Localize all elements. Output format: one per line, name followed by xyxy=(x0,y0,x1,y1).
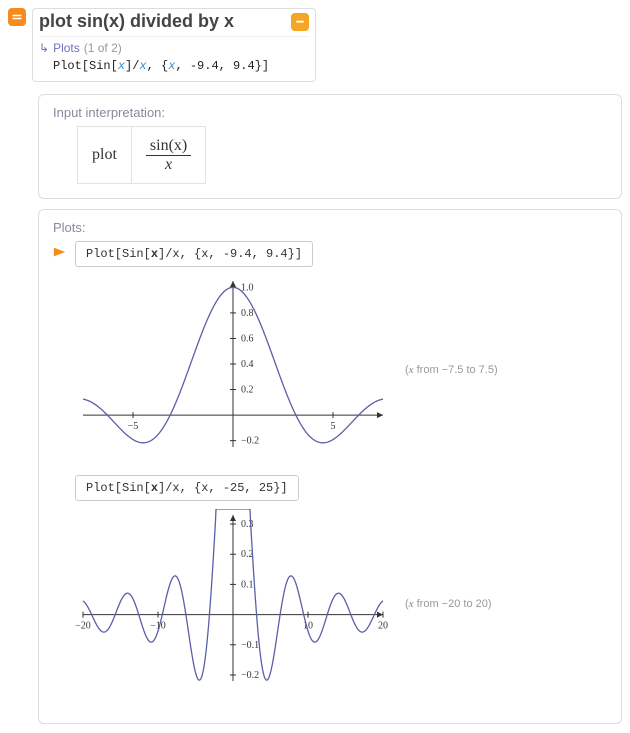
collapse-icon[interactable] xyxy=(291,13,309,31)
svg-text:0.8: 0.8 xyxy=(241,308,254,319)
interp-cell-plot: plot xyxy=(78,127,131,183)
plot-code-box[interactable]: Plot[Sin[x]/x, {x, -9.4, 9.4}] xyxy=(75,241,313,267)
svg-text:0.2: 0.2 xyxy=(241,385,254,396)
svg-text:−0.1: −0.1 xyxy=(241,640,259,651)
plots-subpod: Plot[Sin[x]/x, {x, -25, 25}] xyxy=(53,475,607,501)
svg-text:−0.2: −0.2 xyxy=(241,670,259,681)
plot-caption: (x from −7.5 to 7.5) xyxy=(405,364,498,376)
plot-code-box[interactable]: Plot[Sin[x]/x, {x, -25, 25}] xyxy=(75,475,299,501)
input-code: Plot[Sin[x]/x, {x, -9.4, 9.4}] xyxy=(53,59,309,73)
input-box[interactable]: plot sin(x) divided by x ↳ Plots (1 of 2… xyxy=(32,8,316,82)
svg-text:20: 20 xyxy=(378,621,388,632)
arrow-right-icon: ↳ xyxy=(39,41,49,55)
pod-title: Input interpretation: xyxy=(53,105,607,120)
svg-text:−5: −5 xyxy=(128,421,139,432)
plots-subpod: Plot[Sin[x]/x, {x, -9.4, 9.4}] xyxy=(53,241,607,267)
input-title: plot sin(x) divided by x xyxy=(39,11,234,32)
plot-code: Plot[Sin[x]/x, {x, -25, 25}] xyxy=(86,481,288,495)
svg-text:5: 5 xyxy=(331,421,336,432)
pod-title: Plots: xyxy=(53,220,607,235)
interpretation-table: plot sin(x) x xyxy=(77,126,206,184)
subtitle-count: (1 of 2) xyxy=(84,41,122,55)
pod-input-interpretation: Input interpretation: plot sin(x) x xyxy=(38,94,622,199)
input-cell: plot sin(x) divided by x ↳ Plots (1 of 2… xyxy=(8,8,622,82)
input-subtitle[interactable]: ↳ Plots (1 of 2) xyxy=(39,36,309,55)
svg-text:0.1: 0.1 xyxy=(241,580,254,591)
pod-plots: Plots: Plot[Sin[x]/x, {x, -9.4, 9.4}] −5… xyxy=(38,209,622,724)
interp-cell-frac: sin(x) x xyxy=(131,127,205,183)
plot-caption: (x from −20 to 20) xyxy=(405,598,492,610)
sinc-plot-2: −20−101020−0.2−0.10.10.20.3 xyxy=(73,509,393,699)
plot-code: Plot[Sin[x]/x, {x, -9.4, 9.4}] xyxy=(86,247,302,261)
svg-text:−0.2: −0.2 xyxy=(241,436,259,447)
svg-text:−20: −20 xyxy=(75,621,91,632)
arrow-right-icon xyxy=(53,241,67,262)
subtitle-label: Plots xyxy=(53,41,80,55)
svg-text:0.6: 0.6 xyxy=(241,334,254,345)
frac-denominator: x xyxy=(161,156,176,174)
cell-marker-icon[interactable] xyxy=(8,8,26,26)
frac-numerator: sin(x) xyxy=(146,137,191,156)
sinc-plot-1: −55−0.20.20.40.60.81.0 xyxy=(73,275,393,465)
svg-text:0.4: 0.4 xyxy=(241,359,254,370)
svg-text:0.3: 0.3 xyxy=(241,519,254,530)
output-area: Input interpretation: plot sin(x) x Plot… xyxy=(38,94,622,724)
